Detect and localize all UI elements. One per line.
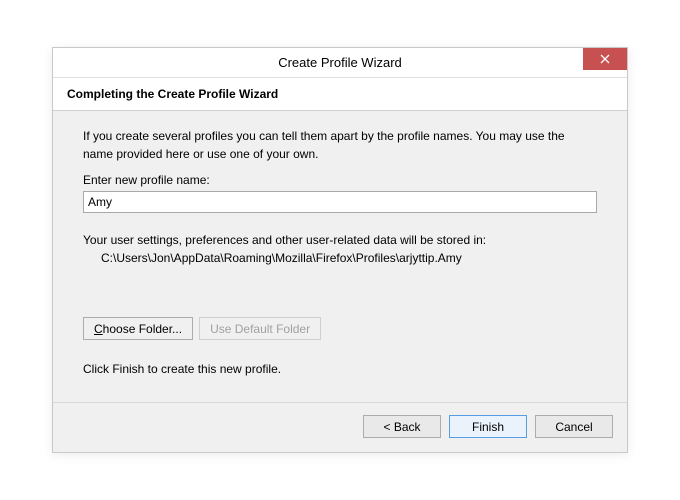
finish-button[interactable]: Finish xyxy=(449,415,527,438)
choose-folder-button[interactable]: Choose Folder... xyxy=(83,317,193,340)
back-button[interactable]: < Back xyxy=(363,415,441,438)
profile-name-label: Enter new profile name: xyxy=(83,173,597,187)
wizard-footer: < Back Finish Cancel xyxy=(53,402,627,452)
close-icon xyxy=(600,54,610,64)
wizard-body: If you create several profiles you can t… xyxy=(53,111,627,402)
storage-section: Your user settings, preferences and othe… xyxy=(83,233,597,265)
close-button[interactable] xyxy=(583,48,627,70)
wizard-subheader: Completing the Create Profile Wizard xyxy=(53,78,627,111)
intro-text: If you create several profiles you can t… xyxy=(83,127,597,163)
use-default-folder-button: Use Default Folder xyxy=(199,317,321,340)
choose-folder-rest: hoose Folder... xyxy=(103,322,182,336)
folder-button-row: Choose Folder... Use Default Folder xyxy=(83,317,597,340)
storage-path: C:\Users\Jon\AppData\Roaming\Mozilla\Fir… xyxy=(83,247,597,265)
finish-hint: Click Finish to create this new profile. xyxy=(83,362,597,376)
storage-label: Your user settings, preferences and othe… xyxy=(83,233,597,247)
choose-folder-accelerator: C xyxy=(94,322,103,336)
wizard-window: Create Profile Wizard Completing the Cre… xyxy=(52,47,628,453)
cancel-button[interactable]: Cancel xyxy=(535,415,613,438)
titlebar: Create Profile Wizard xyxy=(53,48,627,78)
window-title: Create Profile Wizard xyxy=(278,55,402,70)
profile-name-input[interactable] xyxy=(83,191,597,213)
